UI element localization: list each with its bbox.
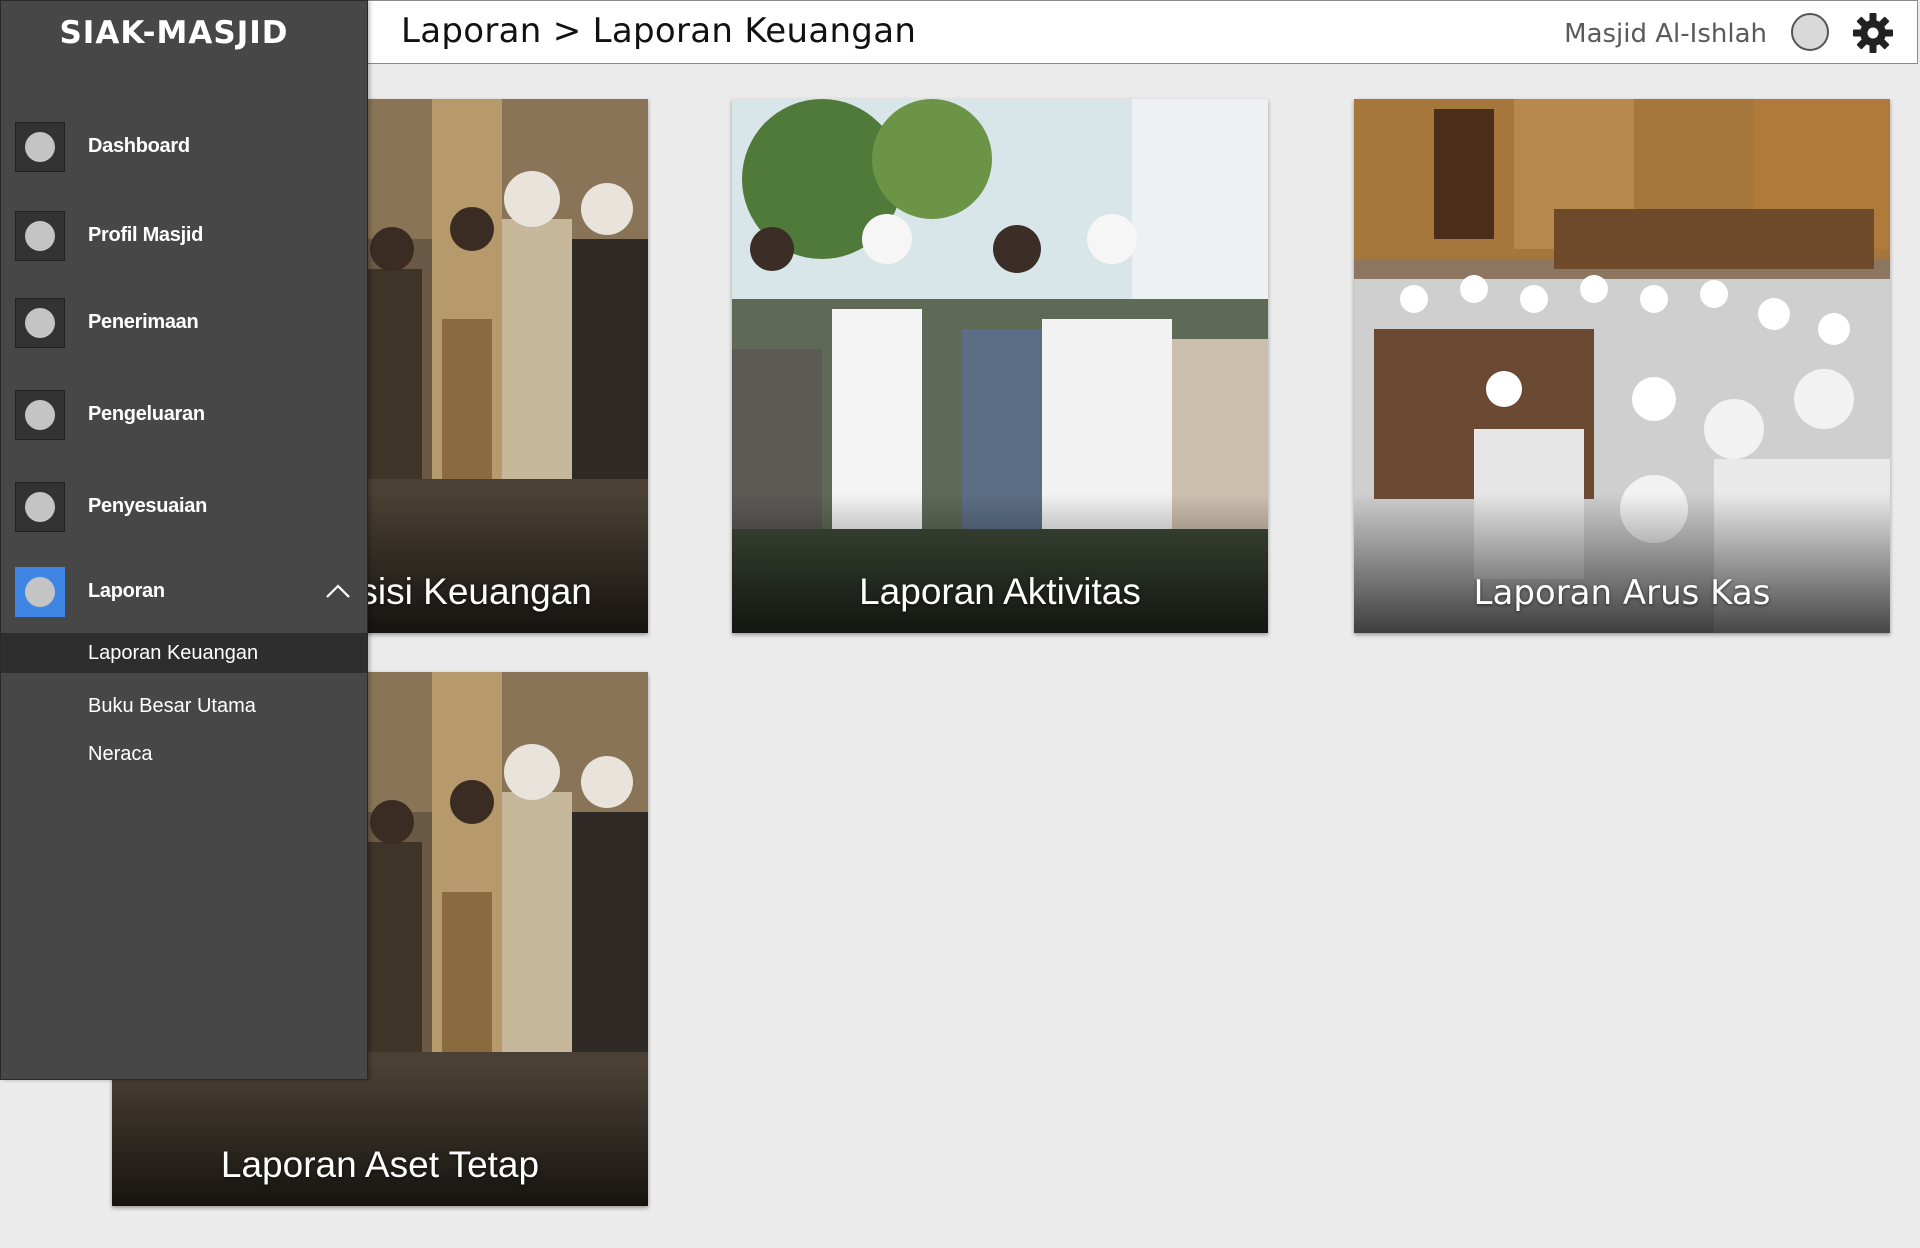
sidebar-item-dashboard[interactable]: Dashboard <box>15 122 369 174</box>
breadcrumb: Laporan > Laporan Keuangan <box>401 11 917 51</box>
sidebar-item-pengeluaran[interactable]: Pengeluaran <box>15 390 369 442</box>
sidebar-item-label: Profil Masjid <box>88 224 204 246</box>
sidebar-item-profil-masjid[interactable]: Profil Masjid <box>15 211 369 263</box>
dashboard-icon <box>15 122 65 172</box>
chevron-up-icon[interactable] <box>325 581 351 601</box>
sidebar-item-penerimaan[interactable]: Penerimaan <box>15 298 369 350</box>
profile-icon <box>15 211 65 261</box>
sidebar-item-penyesuaian[interactable]: Penyesuaian <box>15 482 369 534</box>
subnav-neraca[interactable]: Neraca <box>1 734 367 774</box>
subnav-label: Neraca <box>88 743 153 765</box>
report-icon <box>15 567 65 617</box>
card-laporan-aktivitas[interactable]: Laporan Aktivitas <box>732 99 1268 633</box>
subnav-laporan-keuangan[interactable]: Laporan Keuangan <box>1 633 367 673</box>
sidebar-item-label: Laporan <box>88 580 165 602</box>
card-title: Laporan Arus Kas <box>1473 573 1771 613</box>
subnav-buku-besar-utama[interactable]: Buku Besar Utama <box>1 686 367 726</box>
card-title: Laporan Aktivitas <box>859 571 1141 612</box>
sidebar-item-laporan[interactable]: Laporan <box>15 567 369 619</box>
masjid-name: Masjid Al-Ishlah <box>1564 19 1767 49</box>
subnav-label: Buku Besar Utama <box>88 695 256 717</box>
sidebar-item-label: Dashboard <box>88 135 190 157</box>
sidebar-item-label: Penerimaan <box>88 311 199 333</box>
gear-icon[interactable] <box>1851 11 1895 55</box>
adjustment-icon <box>15 482 65 532</box>
expense-icon <box>15 390 65 440</box>
sidebar-item-label: Penyesuaian <box>88 495 207 517</box>
card-title: Laporan Aset Tetap <box>220 1144 540 1185</box>
income-icon <box>15 298 65 348</box>
sidebar: SIAK-MASJID Dashboard Profil Masjid Pene… <box>0 0 368 1080</box>
subnav-label: Laporan Keuangan <box>88 642 259 664</box>
sidebar-item-label: Pengeluaran <box>88 403 205 425</box>
app-brand: SIAK-MASJID <box>59 15 289 51</box>
card-laporan-arus-kas[interactable]: Laporan Arus Kas <box>1354 99 1890 633</box>
avatar[interactable] <box>1791 13 1829 51</box>
